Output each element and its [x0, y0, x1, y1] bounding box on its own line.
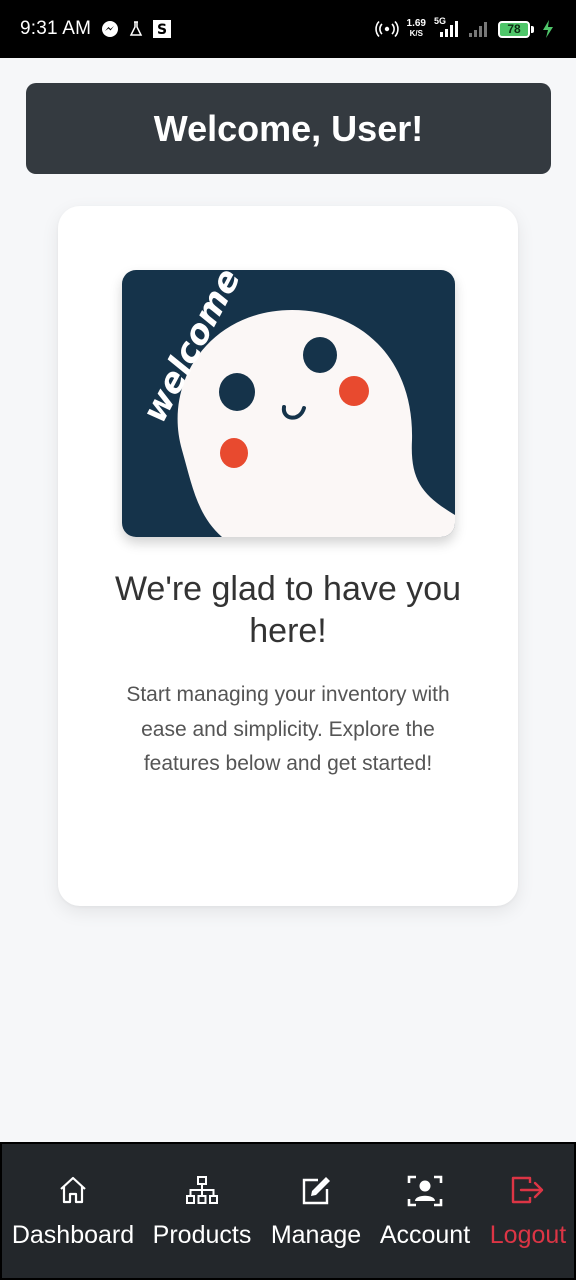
card-description: Start managing your inventory with ease …: [126, 683, 450, 775]
sitemap-icon: [185, 1174, 219, 1206]
nav-account[interactable]: Account: [376, 1144, 474, 1278]
welcome-card: welcome We're glad to have you here! Sta…: [58, 206, 518, 906]
nav-logout[interactable]: Logout: [486, 1144, 570, 1278]
page-title: Welcome, User!: [153, 107, 424, 149]
card-heading: We're glad to have you here!: [114, 570, 462, 650]
signal-5g-icon: 5G: [434, 16, 460, 38]
status-time: 9:31 AM: [20, 18, 92, 39]
network-type: 5G: [434, 16, 447, 26]
welcome-illustration: welcome: [122, 270, 455, 537]
svg-text:S: S: [157, 22, 167, 38]
logout-icon: [510, 1174, 546, 1206]
app-screen: 9:31 AM S 1.69 K/S 5G 78 Welcome, User! …: [0, 0, 576, 1280]
edit-icon: [299, 1174, 333, 1208]
hotspot-icon: [374, 20, 399, 38]
nav-manage-label: Manage: [270, 1221, 362, 1249]
status-bar: 9:31 AM S 1.69 K/S 5G 78: [0, 0, 576, 58]
welcome-header: Welcome, User!: [26, 83, 551, 174]
nav-manage[interactable]: Manage: [267, 1144, 365, 1278]
signal-icon: [468, 20, 490, 38]
lab-flask-icon: [129, 21, 143, 37]
nav-logout-label: Logout: [489, 1221, 567, 1249]
charging-icon: [542, 20, 554, 38]
nav-dashboard-label: Dashboard: [11, 1221, 135, 1249]
speed-unit: K/S: [409, 29, 423, 38]
bottom-navigation: Dashboard Products Manage Account Logout: [0, 1142, 576, 1280]
nav-products[interactable]: Products: [147, 1144, 257, 1278]
s-app-icon: S: [153, 20, 172, 38]
nav-dashboard[interactable]: Dashboard: [10, 1144, 136, 1278]
messenger-icon: [101, 20, 119, 38]
nav-products-label: Products: [152, 1221, 252, 1249]
speed-value: 1.69: [406, 18, 426, 29]
battery-tip: [531, 25, 534, 33]
battery-indicator: 78: [498, 20, 530, 38]
user-badge-icon: [407, 1174, 443, 1208]
network-speed: 1.69 K/S: [407, 19, 426, 39]
home-icon: [57, 1174, 89, 1206]
nav-account-label: Account: [379, 1221, 471, 1249]
